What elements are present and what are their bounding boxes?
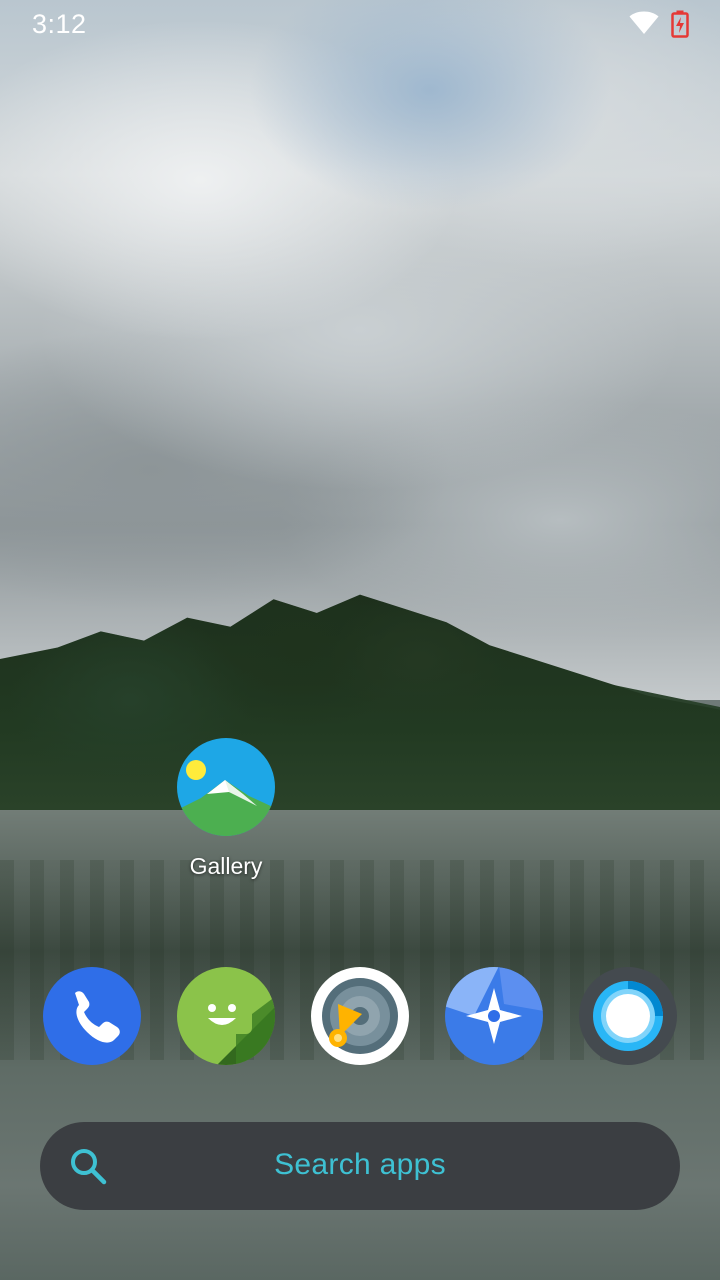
battery-charging-icon bbox=[671, 10, 689, 38]
dock-messaging-app[interactable] bbox=[176, 966, 276, 1066]
dock-maps-app[interactable] bbox=[444, 966, 544, 1066]
maps-icon bbox=[445, 967, 543, 1065]
status-bar: 3:12 bbox=[0, 0, 720, 50]
home-screen: 3:12 Gallery Search apps bbox=[0, 0, 720, 1280]
wifi-icon bbox=[629, 11, 659, 34]
gallery-icon bbox=[177, 738, 275, 836]
gallery-label: Gallery bbox=[189, 853, 263, 879]
gallery-shortcut[interactable]: Gallery bbox=[166, 738, 286, 880]
music-icon bbox=[311, 967, 409, 1065]
phone-icon bbox=[43, 967, 141, 1065]
dock-camera-app[interactable] bbox=[578, 966, 678, 1066]
dock-music-app[interactable] bbox=[310, 966, 410, 1066]
dock-phone-app[interactable] bbox=[42, 966, 142, 1066]
camera-icon bbox=[579, 967, 677, 1065]
status-time: 3:12 bbox=[32, 9, 87, 39]
search-apps-label: Search apps bbox=[274, 1148, 446, 1181]
messaging-icon bbox=[177, 967, 275, 1065]
